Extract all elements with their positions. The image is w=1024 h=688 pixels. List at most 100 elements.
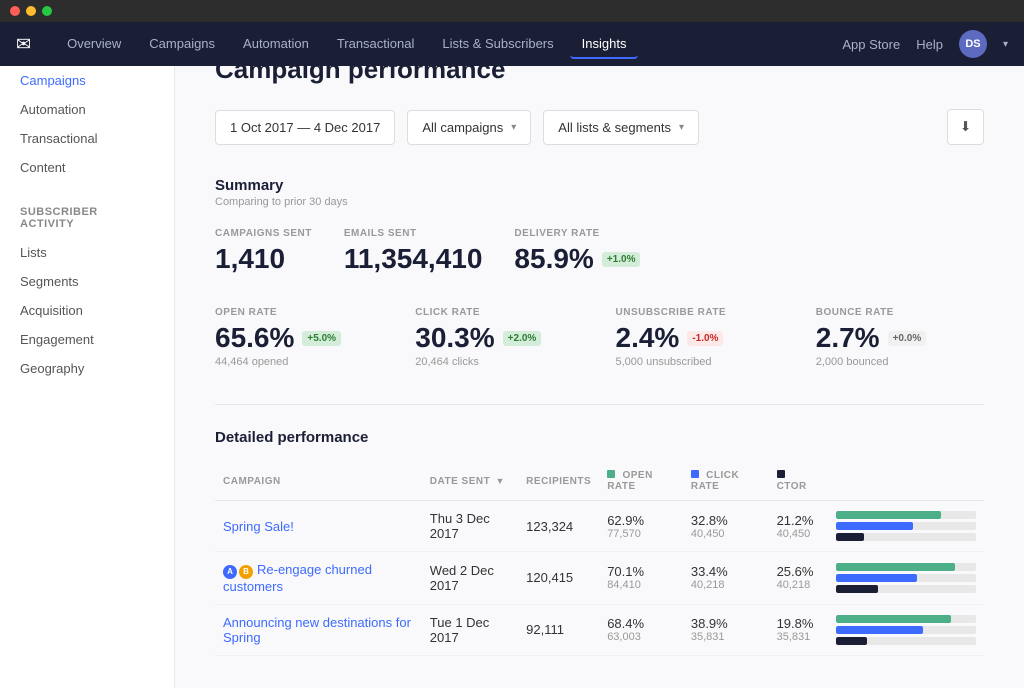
campaign-recipients: 120,415 <box>518 552 599 605</box>
campaigns-sent-label: CAMPAIGNS SENT <box>215 228 312 239</box>
campaign-ctor: 19.8%35,831 <box>769 604 828 655</box>
delivery-rate-badge: +1.0% <box>602 252 641 267</box>
filters-row: 1 Oct 2017 — 4 Dec 2017 All campaigns ▾ … <box>215 109 984 145</box>
sidebar-item-transactional[interactable]: Transactional <box>0 124 174 153</box>
table-row: Spring Sale!Thu 3 Dec 2017123,32462.9%77… <box>215 501 984 552</box>
sidebar-item-engagement[interactable]: Engagement <box>0 325 174 354</box>
date-range-value: 1 Oct 2017 — 4 Dec 2017 <box>230 120 380 135</box>
sidebar-item-acquisition[interactable]: Acquisition <box>0 296 174 325</box>
campaign-mini-chart <box>828 604 984 655</box>
unsubscribe-rate-value: 2.4% -1.0% <box>616 322 784 354</box>
campaign-link[interactable]: Announcing new destinations for Spring <box>223 615 411 645</box>
unsubscribe-rate-badge: -1.0% <box>687 331 723 346</box>
window-chrome <box>0 0 1024 22</box>
click-rate-sub: 20,464 clicks <box>415 356 583 368</box>
campaign-recipients: 92,111 <box>518 604 599 655</box>
campaign-mini-chart <box>828 501 984 552</box>
open-rate-label: OPEN RATE <box>215 307 383 318</box>
click-rate-badge: +2.0% <box>503 331 542 346</box>
col-open-rate: OPEN RATE <box>599 462 683 501</box>
campaign-mini-chart <box>828 552 984 605</box>
nav-item-transactional[interactable]: Transactional <box>325 30 427 59</box>
campaign-open-rate: 62.9%77,570 <box>599 501 683 552</box>
app-store-link[interactable]: App Store <box>842 37 900 52</box>
click-rate-value: 30.3% +2.0% <box>415 322 583 354</box>
user-avatar[interactable]: DS <box>959 30 987 58</box>
bounce-rate-sub: 2,000 bounced <box>816 356 984 368</box>
unsubscribe-rate-label: UNSUBSCRIBE RATE <box>616 307 784 318</box>
col-recipients: RECIPIENTS <box>518 462 599 501</box>
nav-items: Overview Campaigns Automation Transactio… <box>55 30 842 59</box>
unsubscribe-rate-sub: 5,000 unsubscribed <box>616 356 784 368</box>
summary-row2: OPEN RATE 65.6% +5.0% 44,464 opened CLIC… <box>215 307 984 368</box>
lists-chevron-icon: ▾ <box>679 122 684 133</box>
section-divider <box>215 404 984 405</box>
lists-filter-value: All lists & segments <box>558 120 671 135</box>
minimize-dot[interactable] <box>26 6 36 16</box>
delivery-rate-label: DELIVERY RATE <box>514 228 640 239</box>
sidebar: Email performance Campaigns Automation T… <box>0 22 175 688</box>
nav-item-campaigns[interactable]: Campaigns <box>137 30 227 59</box>
download-button[interactable]: ⬇ <box>947 109 984 145</box>
sidebar-item-geography[interactable]: Geography <box>0 354 174 383</box>
nav-item-automation[interactable]: Automation <box>231 30 321 59</box>
metric-open-rate: OPEN RATE 65.6% +5.0% 44,464 opened <box>215 307 383 368</box>
campaign-ctor: 21.2%40,450 <box>769 501 828 552</box>
bounce-rate-label: BOUNCE RATE <box>816 307 984 318</box>
sidebar-item-automation[interactable]: Automation <box>0 95 174 124</box>
bounce-rate-value: 2.7% +0.0% <box>816 322 984 354</box>
emails-sent-label: EMAILS SENT <box>344 228 483 239</box>
summary-row1: CAMPAIGNS SENT 1,410 EMAILS SENT 11,354,… <box>215 228 984 275</box>
open-rate-badge: +5.0% <box>302 331 341 346</box>
nav-right: App Store Help DS ▾ <box>842 30 1008 58</box>
col-chart <box>828 462 984 501</box>
sidebar-email-performance-group: Email performance Campaigns Automation T… <box>0 46 174 182</box>
sidebar-item-campaigns[interactable]: Campaigns <box>0 66 174 95</box>
col-date-sent[interactable]: DATE SENT ▼ <box>422 462 518 501</box>
detailed-title: Detailed performance <box>215 429 984 446</box>
col-ctor: CTOR <box>769 462 828 501</box>
nav-item-overview[interactable]: Overview <box>55 30 133 59</box>
metric-delivery-rate: DELIVERY RATE 85.9% +1.0% <box>514 228 640 275</box>
ctor-indicator <box>777 470 785 478</box>
col-campaign: CAMPAIGN <box>215 462 422 501</box>
emails-sent-value: 11,354,410 <box>344 243 483 275</box>
nav-item-insights[interactable]: Insights <box>570 30 639 59</box>
close-dot[interactable] <box>10 6 20 16</box>
campaign-recipients: 123,324 <box>518 501 599 552</box>
date-range-filter[interactable]: 1 Oct 2017 — 4 Dec 2017 <box>215 110 395 145</box>
summary-subtitle: Comparing to prior 30 days <box>215 196 984 208</box>
sidebar-item-segments[interactable]: Segments <box>0 267 174 296</box>
campaign-click-rate: 32.8%40,450 <box>683 501 769 552</box>
metric-campaigns-sent: CAMPAIGNS SENT 1,410 <box>215 228 312 275</box>
table-row: Announcing new destinations for Spring Tu… <box>215 604 984 655</box>
sidebar-item-content[interactable]: Content <box>0 153 174 182</box>
metric-emails-sent: EMAILS SENT 11,354,410 <box>344 228 483 275</box>
main-content: Campaign performance 1 Oct 2017 — 4 Dec … <box>175 22 1024 688</box>
nav-item-lists[interactable]: Lists & Subscribers <box>430 30 565 59</box>
campaigns-filter[interactable]: All campaigns ▾ <box>407 110 531 145</box>
campaign-click-rate: 38.9%35,831 <box>683 604 769 655</box>
click-rate-indicator <box>691 470 699 478</box>
open-rate-indicator <box>607 470 615 478</box>
top-nav: ✉ Overview Campaigns Automation Transact… <box>0 22 1024 66</box>
campaigns-filter-value: All campaigns <box>422 120 503 135</box>
col-click-rate: CLICK RATE <box>683 462 769 501</box>
ab-badge: AB <box>223 565 253 579</box>
sidebar-item-lists[interactable]: Lists <box>0 238 174 267</box>
download-icon: ⬇ <box>960 119 971 135</box>
bounce-rate-badge: +0.0% <box>888 331 927 346</box>
help-link[interactable]: Help <box>916 37 943 52</box>
performance-table: CAMPAIGN DATE SENT ▼ RECIPIENTS OPEN RAT… <box>215 462 984 656</box>
table-header: CAMPAIGN DATE SENT ▼ RECIPIENTS OPEN RAT… <box>215 462 984 501</box>
campaign-link[interactable]: Spring Sale! <box>223 519 294 534</box>
campaigns-sent-value: 1,410 <box>215 243 312 275</box>
campaign-open-rate: 70.1%84,410 <box>599 552 683 605</box>
maximize-dot[interactable] <box>42 6 52 16</box>
campaigns-chevron-icon: ▾ <box>511 122 516 133</box>
campaign-open-rate: 68.4%63,003 <box>599 604 683 655</box>
campaign-date: Tue 1 Dec 2017 <box>422 604 518 655</box>
avatar-chevron-icon[interactable]: ▾ <box>1003 39 1008 50</box>
lists-filter[interactable]: All lists & segments ▾ <box>543 110 699 145</box>
delivery-rate-value: 85.9% +1.0% <box>514 243 640 275</box>
